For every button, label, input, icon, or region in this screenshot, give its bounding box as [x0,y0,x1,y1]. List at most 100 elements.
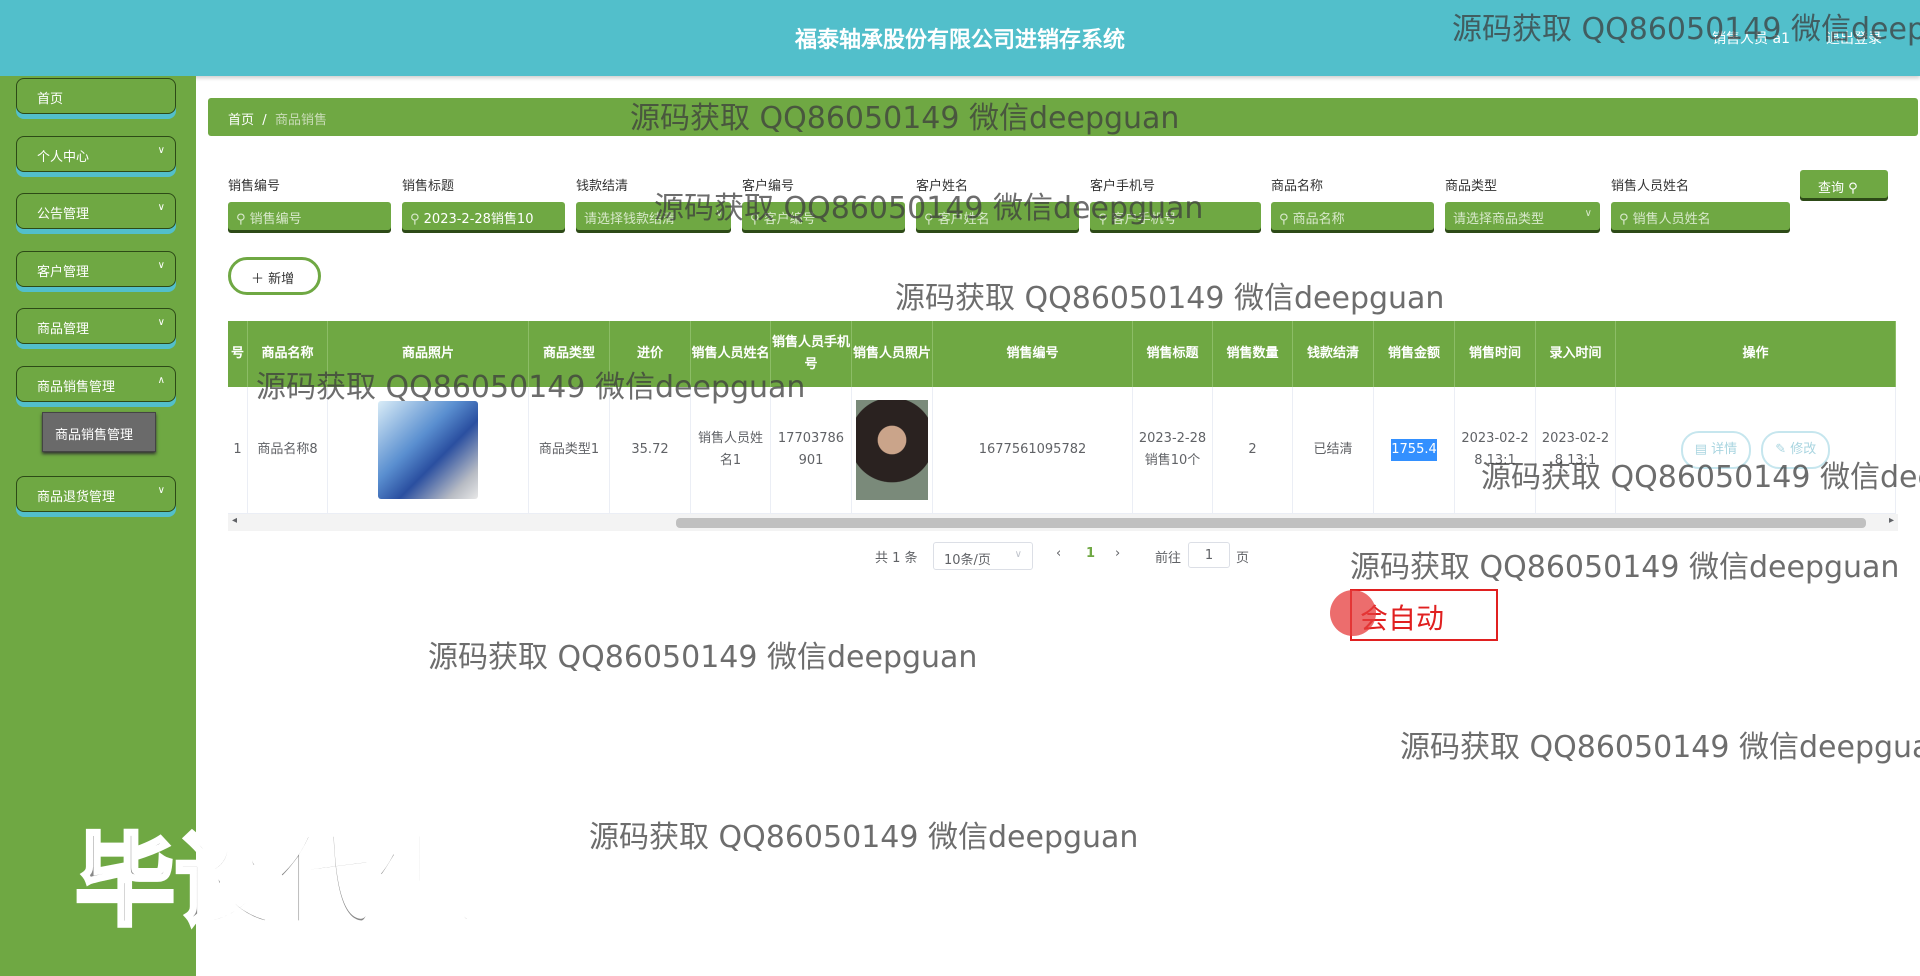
scrollbar-thumb[interactable] [676,518,1866,528]
settled-select[interactable]: 请选择钱款结清 ∨ [576,202,731,230]
table-cell: 1 [228,387,248,514]
chevron-down-icon: ∨ [157,202,165,213]
filter-label-seller-name: 销售人员姓名 [1611,179,1690,194]
big-watermark: 毕设代做 [73,821,477,942]
next-page-icon[interactable]: › [1115,546,1120,561]
customer-name-text: 客户姓名 [937,212,990,227]
column-header: 销售人员照片 [852,321,933,387]
plus-icon: ＋ [251,272,265,287]
table-cell: 商品名称8 [248,387,328,514]
chevron-down-icon: ∨ [157,485,165,496]
sales-title-text: 2023-2-28销售10 [423,212,534,227]
sales-table: 号 1 商品名称 商品名称8 商品照片 商品类型 商品类型1 进价 35.72 销售人员姓名 销售人… [228,321,1898,531]
sidebar-item-notice[interactable]: 公告管理 ∨ [16,193,176,229]
detail-button[interactable]: ▤ 详情 [1680,431,1752,469]
menu-label: 客户管理 [37,265,90,280]
filter-label-goods-name: 商品名称 [1271,179,1324,194]
menu-label: 公告管理 [37,207,90,222]
sales-title-input[interactable]: ⚲ 2023-2-28销售10 [402,202,565,230]
sidebar-item-customer[interactable]: 客户管理 ∨ [16,251,176,287]
breadcrumb-current: 商品销售 [274,113,327,128]
sales-code-input[interactable]: ⚲ 销售编号 [228,202,391,230]
seller-name-input[interactable]: ⚲ 销售人员姓名 [1611,202,1790,230]
table-cell: 1755.4 [1374,387,1455,514]
goods-type-text: 请选择商品类型 [1453,212,1545,227]
goods-type-select[interactable]: 请选择商品类型 ∨ [1445,202,1600,230]
cell-title: 2023-2-28销售10个 [1138,431,1207,468]
add-button[interactable]: ＋ 新增 [228,257,321,295]
seller-name-text: 销售人员姓名 [1632,212,1711,227]
watermark: 源码获取 QQ86050149 微信deepguan [895,281,1445,316]
column-header: 销售标题 [1133,321,1213,387]
menu-label: 商品销售管理 [37,380,116,395]
column-header: 销售人员姓名 [691,321,771,387]
table-cell: 2 [1213,387,1293,514]
page-size-select[interactable]: 10条/页 ∨ [933,542,1033,570]
sidebar-item-profile[interactable]: 个人中心 ∨ [16,136,176,172]
watermark: 源码获取 QQ86050149 微信deepguan [589,820,1139,855]
chevron-down-icon: ∨ [157,260,165,271]
column-header: 销售金额 [1374,321,1455,387]
scroll-left-icon[interactable]: ◂ [232,515,237,526]
cell-name: 商品名称8 [257,442,318,457]
cell-seller: 销售人员姓名1 [697,431,763,468]
sidebar-item-returns[interactable]: 商品退货管理 ∨ [16,476,176,512]
column-header: 销售编号 [933,321,1133,387]
search-icon: ⚲ [1619,212,1633,227]
table-cell: 17703786901 [771,387,852,514]
filter-label-customer-code: 客户编号 [742,179,795,194]
column-header: 操作 [1616,321,1896,387]
column-header: 商品名称 [248,321,328,387]
cell-code: 1677561095782 [978,442,1087,457]
pagination-total: 共 1 条 [875,551,918,566]
filter-label-customer-phone: 客户手机号 [1090,179,1156,194]
add-label: 新增 [268,272,295,287]
customer-code-input[interactable]: ⚲ 客户编号 [742,202,905,230]
edit-button[interactable]: ✎ 修改 [1761,431,1831,469]
scroll-right-icon[interactable]: ▸ [1889,515,1894,526]
table-cell: 2023-02-28 13:1 [1536,387,1616,514]
chevron-up-icon: ∧ [157,375,165,386]
table-cell: 2023-02-28 13:1 [1455,387,1536,514]
query-button[interactable]: 查询 ⚲ [1800,170,1888,198]
cell-amount: 1755.4 [1391,439,1437,461]
column-header: 销售数量 [1213,321,1293,387]
chevron-down-icon: ∨ [1014,549,1022,560]
watermark: 源码获取 QQ86050149 微信deepguan [1350,550,1900,585]
chevron-down-icon: ∨ [715,208,723,219]
column-header: 钱款结清 [1293,321,1374,387]
customer-phone-input[interactable]: ⚲ 客户手机号 [1090,202,1261,230]
search-icon: ⚲ [1279,212,1293,227]
goto-page-input[interactable]: 1 [1188,542,1230,568]
cursor-click-indicator [1330,590,1376,636]
search-icon: ⚲ [1848,181,1858,196]
sidebar-item-goods[interactable]: 商品管理 ∨ [16,308,176,344]
sidebar-subitem-sales[interactable]: 商品销售管理 [42,412,156,452]
column-header: 进价 [610,321,691,387]
table-cell: 商品类型1 [529,387,610,514]
column-header: 销售时间 [1455,321,1536,387]
goods-name-input[interactable]: ⚲ 商品名称 [1271,202,1434,230]
watermark: 源码获取 QQ86050149 微信deepguan [1400,730,1920,765]
table-cell: 35.72 [610,387,691,514]
detail-label: 详情 [1711,442,1738,457]
logout-link[interactable]: 退出登录 [1826,28,1882,48]
settled-text: 请选择钱款结清 [584,212,676,227]
customer-code-text: 客户编号 [763,212,816,227]
customer-name-input[interactable]: ⚲ 客户姓名 [916,202,1079,230]
menu-label: 个人中心 [37,150,90,165]
search-icon: ⚲ [924,212,938,227]
page-size-value: 10条/页 [944,553,991,568]
search-icon: ⚲ [410,212,424,227]
column-header: 销售人员手机号 [771,321,852,387]
sidebar-item-sales[interactable]: 商品销售管理 ∧ [16,366,176,402]
chevron-down-icon: ∨ [1584,208,1592,219]
column-header: 商品照片 [328,321,529,387]
page-number-current[interactable]: 1 [1086,546,1095,561]
prev-page-icon[interactable]: ‹ [1056,546,1061,561]
table-cell [852,387,933,514]
edit-label: 修改 [1790,442,1817,457]
breadcrumb: 首页 / 商品销售 [208,98,1918,136]
sidebar-item-home[interactable]: 首页 [16,78,176,114]
breadcrumb-home[interactable]: 首页 [228,113,254,128]
